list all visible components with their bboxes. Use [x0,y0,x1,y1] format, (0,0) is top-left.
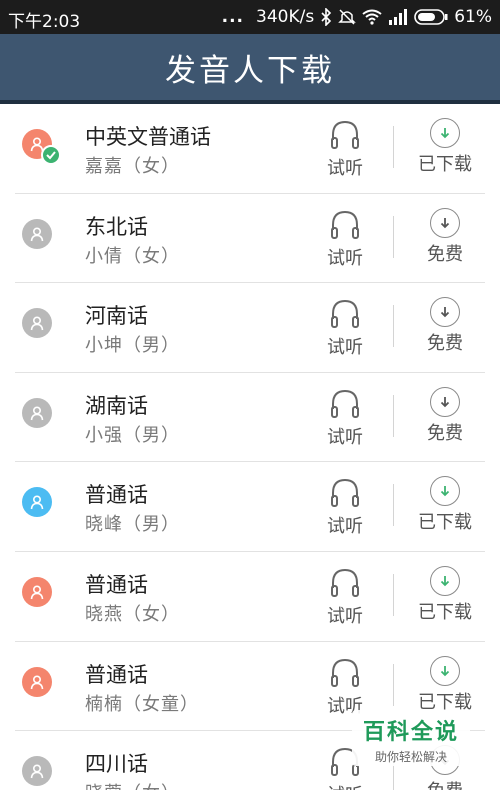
voice-avatar-icon [22,756,52,787]
listen-label: 试听 [327,426,363,448]
voice-speaker: 晓燕（女） [85,603,180,625]
page-header: 发音人下载 [0,34,500,104]
divider [393,126,394,168]
voice-name: 中英文普通话 [85,125,211,149]
listen-label: 试听 [327,337,363,359]
voice-speaker: 嘉嘉（女） [85,156,180,177]
voice-speaker: 晓蓉（女） [85,779,180,790]
listen-label: 试听 [315,781,375,790]
voice-row[interactable]: 河南话小坤（男） 试听 免费 [15,283,485,373]
download-button[interactable]: 已下载 [410,118,480,176]
download-label: 免费 [427,333,463,355]
listen-button[interactable]: 试听 [315,387,375,449]
voice-row[interactable]: 湖南话小强（男） 试听 免费 [15,373,485,463]
download-button[interactable]: 已下载 [410,476,480,534]
listen-button[interactable]: 试听 [315,297,375,359]
status-bar: 下午2:03 ... 340K/s 61% [0,0,500,34]
network-speed: 340K/s [256,7,315,27]
listen-button[interactable]: 试听 [315,208,375,270]
watermark-logo: 百科全说 助你轻松解决 [352,710,470,766]
download-icon [430,655,460,686]
listen-label: 试听 [327,605,363,627]
battery-percent: 61% [454,7,492,27]
listen-button[interactable]: 试听 [315,118,375,180]
divider [393,394,394,437]
listen-label: 试听 [327,516,363,538]
voice-speaker: 晓峰（男） [85,514,180,536]
voice-name: 四川话 [85,752,148,777]
voice-speaker: 小坤（男） [85,335,180,357]
download-icon [430,297,460,328]
download-icon [430,118,460,148]
listen-button[interactable]: 试听 [315,656,375,718]
divider [393,573,394,616]
headphone-icon [315,118,375,152]
divider [393,663,394,706]
voice-name: 普通话 [85,483,148,508]
voice-name: 普通话 [85,662,148,687]
voice-name: 东北话 [85,214,148,239]
voice-speaker: 小强（男） [85,424,180,446]
divider [393,305,394,348]
voice-speaker: 小倩（女） [85,245,180,267]
bluetooth-icon [320,8,332,26]
listen-button[interactable]: 试听 [315,476,375,538]
listen-button[interactable]: 试听 [315,566,375,628]
mute-icon [338,8,357,26]
voice-row[interactable]: 普通话晓峰（男） 试听 已下载 [15,462,485,552]
headphone-icon [315,208,375,242]
download-button[interactable]: 免费 [410,207,480,266]
voice-avatar-icon [22,487,52,518]
notification-dots: ... [221,7,245,27]
signal-icon [388,9,408,25]
headphone-icon [315,656,375,690]
headphone-icon [315,476,375,510]
voice-avatar-icon [22,576,52,607]
divider [393,484,394,527]
voice-speaker: 楠楠（女童） [85,693,199,715]
download-label: 已下载 [418,512,472,534]
download-label: 已下载 [418,601,472,623]
download-icon [430,565,460,596]
wifi-icon [362,9,382,25]
listen-label: 试听 [327,247,363,269]
voice-avatar-icon [22,218,52,249]
download-label: 免费 [427,243,463,265]
voice-row[interactable]: 中英文普通话 嘉嘉（女） 试听 已下载 [15,104,485,194]
download-button[interactable]: 已下载 [410,655,480,714]
headphone-icon [315,566,375,600]
download-label: 免费 [410,777,480,790]
battery-icon [414,9,448,25]
divider [393,215,394,258]
download-button[interactable]: 已下载 [410,565,480,624]
voice-name: 湖南话 [85,393,148,418]
page-title: 发音人下载 [165,52,335,89]
voice-row[interactable]: 普通话晓燕（女） 试听 已下载 [15,552,485,642]
selected-check-icon [41,145,61,165]
voice-avatar-icon [22,308,52,339]
download-icon [430,476,460,507]
download-label: 已下载 [418,154,472,175]
voice-avatar-icon [22,666,52,697]
download-icon [430,386,460,417]
headphone-icon [315,297,375,331]
download-button[interactable]: 免费 [410,297,480,355]
voice-list: 中英文普通话 嘉嘉（女） 试听 已下载 东北话 小倩（女） 试听 免费 河南话 小坤（男） 试听 免费… [0,104,500,790]
voice-name: 河南话 [85,304,148,329]
watermark-title: 百科全说 [362,720,459,745]
download-button[interactable]: 免费 [410,386,480,445]
headphone-icon [315,387,375,421]
download-icon [430,207,460,238]
download-label: 免费 [427,422,463,444]
listen-label: 试听 [327,158,363,179]
watermark-subtitle: 助你轻松解决 [374,750,447,764]
status-time: 下午2:03 [8,12,81,32]
voice-row[interactable]: 东北话小倩（女） 试听 免费 [15,194,485,284]
voice-avatar-icon [22,397,52,428]
voice-name: 普通话 [85,572,148,597]
